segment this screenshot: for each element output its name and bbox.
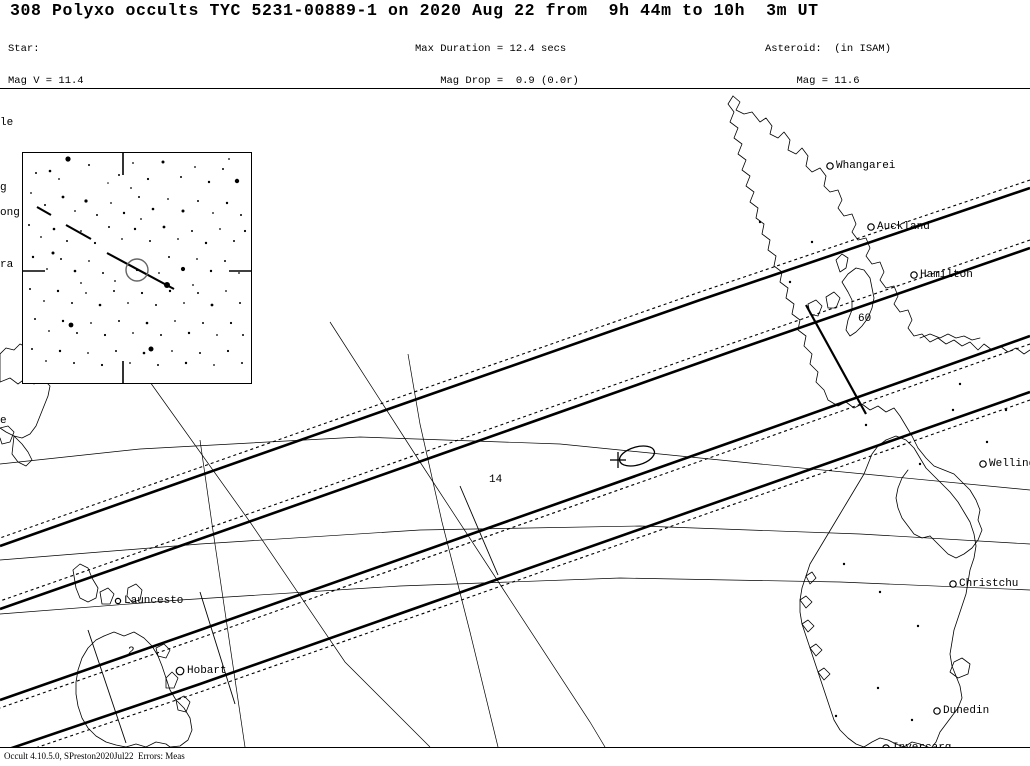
city-label-auckland: Auckland [877, 221, 930, 233]
city-marker-wellington[interactable] [979, 460, 987, 468]
city-label-wellington: Welling [989, 458, 1030, 470]
city-marker-launceston[interactable] [114, 597, 122, 605]
occultation-prediction-page: 308 Polyxo occults TYC 5231-00889-1 on 2… [0, 0, 1030, 766]
time-tick-label-2: 2 [128, 646, 135, 658]
event-mag-drop: Mag Drop = 0.9 (0.0r) [415, 74, 579, 87]
time-tick-label-14: 14 [489, 474, 503, 486]
star-mag-v: Mag V = 11.4 [8, 74, 84, 87]
asteroid-mag: Mag = 11.6 [765, 74, 860, 87]
city-label-hobart: Hobart [187, 665, 227, 677]
asteroid-position-dot [164, 282, 170, 288]
city-marker-christchurch[interactable] [949, 580, 957, 588]
edge-label-2: g [0, 182, 7, 194]
edge-label-3: ong [0, 207, 20, 219]
footer-divider [0, 747, 1030, 748]
asteroid-heading: Asteroid: (in ISAM) [765, 43, 892, 56]
finder-chart-canvas[interactable] [23, 153, 251, 383]
event-max-duration: Max Duration = 12.4 secs [415, 43, 567, 56]
city-marker-auckland[interactable] [867, 223, 875, 231]
edge-label-4: ra [0, 259, 14, 271]
city-marker-hamilton[interactable] [910, 271, 918, 279]
edge-label-5: e [0, 415, 7, 427]
footer: Occult 4.10.5.0, SPreston2020Jul22 Error… [0, 747, 1030, 766]
city-label-whangarei: Whangarei [836, 160, 896, 172]
city-marker-dunedin[interactable] [933, 707, 941, 715]
city-label-dunedin: Dunedin [943, 705, 990, 717]
city-marker-hobart[interactable] [175, 666, 185, 676]
city-label-christchurch: Christchu [959, 578, 1019, 590]
footer-credit: Occult 4.10.5.0, SPreston2020Jul22 Error… [4, 751, 185, 761]
city-marker-whangarei[interactable] [826, 162, 834, 170]
time-tick-label-60: 60 [858, 313, 872, 325]
star-heading: Star: [8, 43, 40, 56]
edge-label-1: le [0, 117, 14, 129]
header: 308 Polyxo occults TYC 5231-00889-1 on 2… [0, 0, 1030, 213]
target-star-dot [135, 268, 139, 272]
city-label-launceston: Launcesto [124, 595, 184, 607]
city-label-hamilton: Hamilton [920, 269, 973, 281]
finder-chart[interactable] [22, 152, 252, 384]
page-title: 308 Polyxo occults TYC 5231-00889-1 on 2… [10, 1, 819, 20]
